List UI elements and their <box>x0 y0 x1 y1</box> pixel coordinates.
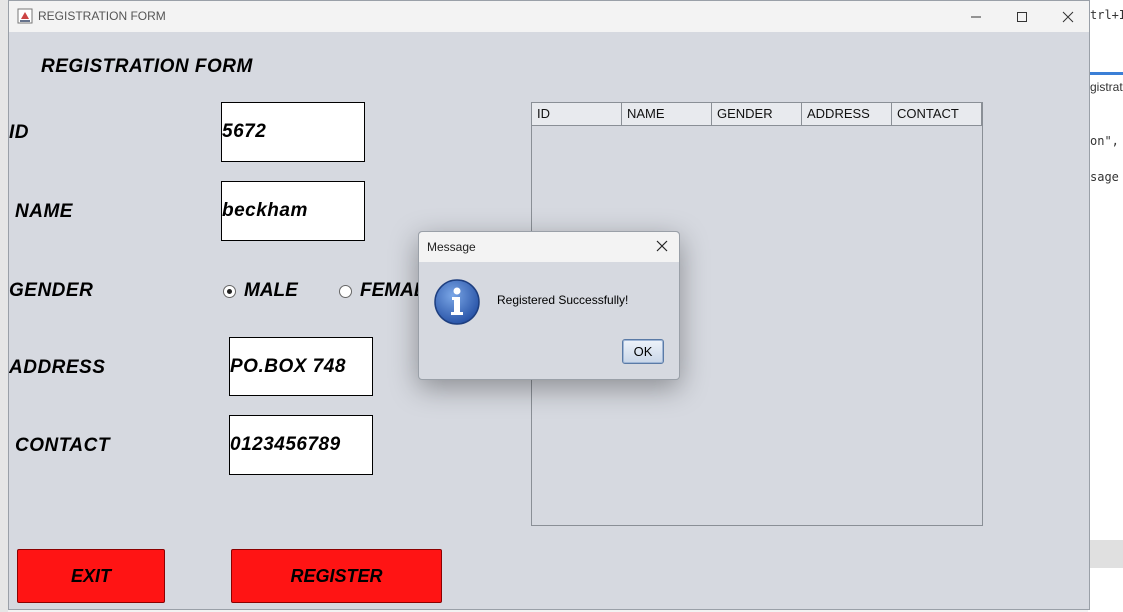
id-field[interactable]: 5672 <box>221 102 365 162</box>
radio-selected-icon <box>223 284 236 298</box>
gender-female-label: FEMAL <box>360 280 426 301</box>
id-label: ID <box>9 122 29 143</box>
address-field-value: PO.BOX 748 <box>230 355 346 377</box>
gender-male-label: MALE <box>244 280 298 301</box>
table-header-address[interactable]: ADDRESS <box>802 103 892 125</box>
contact-label: CONTACT <box>15 435 110 456</box>
ide-text-shortcut: trl+I) <box>1090 8 1123 22</box>
java-app-icon <box>17 8 33 24</box>
gender-radio-male[interactable]: MALE <box>223 280 298 302</box>
window-title: REGISTRATION FORM <box>38 9 166 23</box>
gender-label: GENDER <box>9 280 94 301</box>
exit-button[interactable]: EXIT <box>17 549 165 603</box>
id-field-value: 5672 <box>222 121 267 142</box>
info-icon <box>434 279 480 325</box>
ide-tab-indicator <box>1088 72 1123 75</box>
name-label: NAME <box>15 201 73 222</box>
close-button[interactable] <box>1045 1 1089 32</box>
exit-button-label: EXIT <box>70 565 111 586</box>
name-field-value: beckham <box>222 200 308 221</box>
table-header-gender[interactable]: GENDER <box>712 103 802 125</box>
name-field[interactable]: beckham <box>221 181 365 241</box>
background-ide-window: trl+I) gistrati on", sage <box>1088 0 1123 612</box>
close-icon <box>656 240 668 252</box>
minimize-icon <box>971 16 981 17</box>
register-button-label: REGISTER <box>290 565 383 586</box>
ide-tab-label: gistrati <box>1090 80 1123 94</box>
contact-field[interactable]: 0123456789 <box>229 415 373 475</box>
window-titlebar[interactable]: REGISTRATION FORM <box>9 1 1089 32</box>
register-button[interactable]: REGISTER <box>231 549 442 603</box>
dialog-message: Registered Successfully! <box>497 293 629 307</box>
contact-field-value: 0123456789 <box>230 434 341 455</box>
radio-unselected-icon <box>339 284 352 298</box>
minimize-button[interactable] <box>953 1 999 32</box>
background-left-edge <box>0 0 8 612</box>
table-header-id[interactable]: ID <box>532 103 622 125</box>
maximize-button[interactable] <box>999 1 1045 32</box>
form-heading: REGISTRATION FORM <box>41 56 253 77</box>
table-header-contact[interactable]: CONTACT <box>892 103 982 125</box>
table-header-name[interactable]: NAME <box>622 103 712 125</box>
ok-button-label: OK <box>633 344 653 359</box>
dialog-close-button[interactable] <box>651 235 673 257</box>
ide-scrollbar[interactable] <box>1088 540 1123 568</box>
ide-code-line-2: sage <box>1090 170 1119 184</box>
dialog-titlebar[interactable]: Message <box>419 232 679 262</box>
gender-radio-female[interactable]: FEMAL <box>339 280 425 302</box>
ide-code-line-1: on", <box>1090 134 1119 148</box>
close-icon <box>1062 11 1074 22</box>
dialog-title: Message <box>427 240 476 254</box>
address-label: ADDRESS <box>9 357 106 378</box>
address-field[interactable]: PO.BOX 748 <box>229 337 373 396</box>
message-dialog: Message Registered Successfully! OK <box>418 231 680 380</box>
ok-button[interactable]: OK <box>622 339 664 364</box>
table-header: ID NAME GENDER ADDRESS CONTACT <box>532 103 982 126</box>
maximize-icon <box>1017 11 1027 22</box>
